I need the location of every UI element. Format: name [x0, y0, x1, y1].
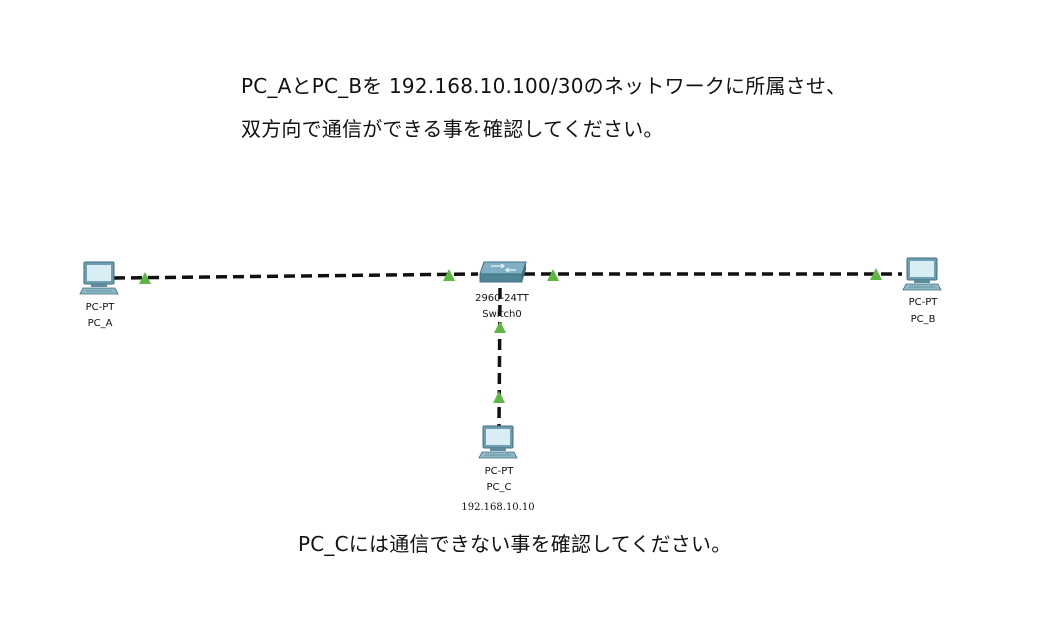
pc-b-icon[interactable] — [902, 257, 942, 291]
pc-a-icon[interactable] — [79, 261, 119, 295]
link-up-indicator — [493, 391, 505, 403]
pc-c-icon[interactable] — [478, 425, 518, 459]
pc-b-name-label: PC_B — [910, 314, 936, 325]
link-status-indicators — [139, 268, 882, 403]
switch-model-label: 2960-24TT — [475, 293, 529, 304]
pc-c-model-label: PC-PT — [484, 466, 514, 477]
pc-c-name-label: PC_C — [486, 482, 512, 493]
link-up-indicator — [494, 321, 506, 333]
instruction-line-3: PC_Cには通信できない事を確認してください。 — [298, 532, 732, 556]
pc-c-ip-label: 192.168.10.10 — [461, 502, 535, 513]
switch-icon[interactable] — [479, 261, 527, 283]
pc-b-model-label: PC-PT — [908, 297, 938, 308]
pc-a-model-label: PC-PT — [85, 302, 115, 313]
link-pc-a-switch[interactable] — [113, 272, 479, 280]
pc-a-name-label: PC_A — [87, 318, 113, 329]
switch-name-label: Switch0 — [482, 309, 522, 320]
